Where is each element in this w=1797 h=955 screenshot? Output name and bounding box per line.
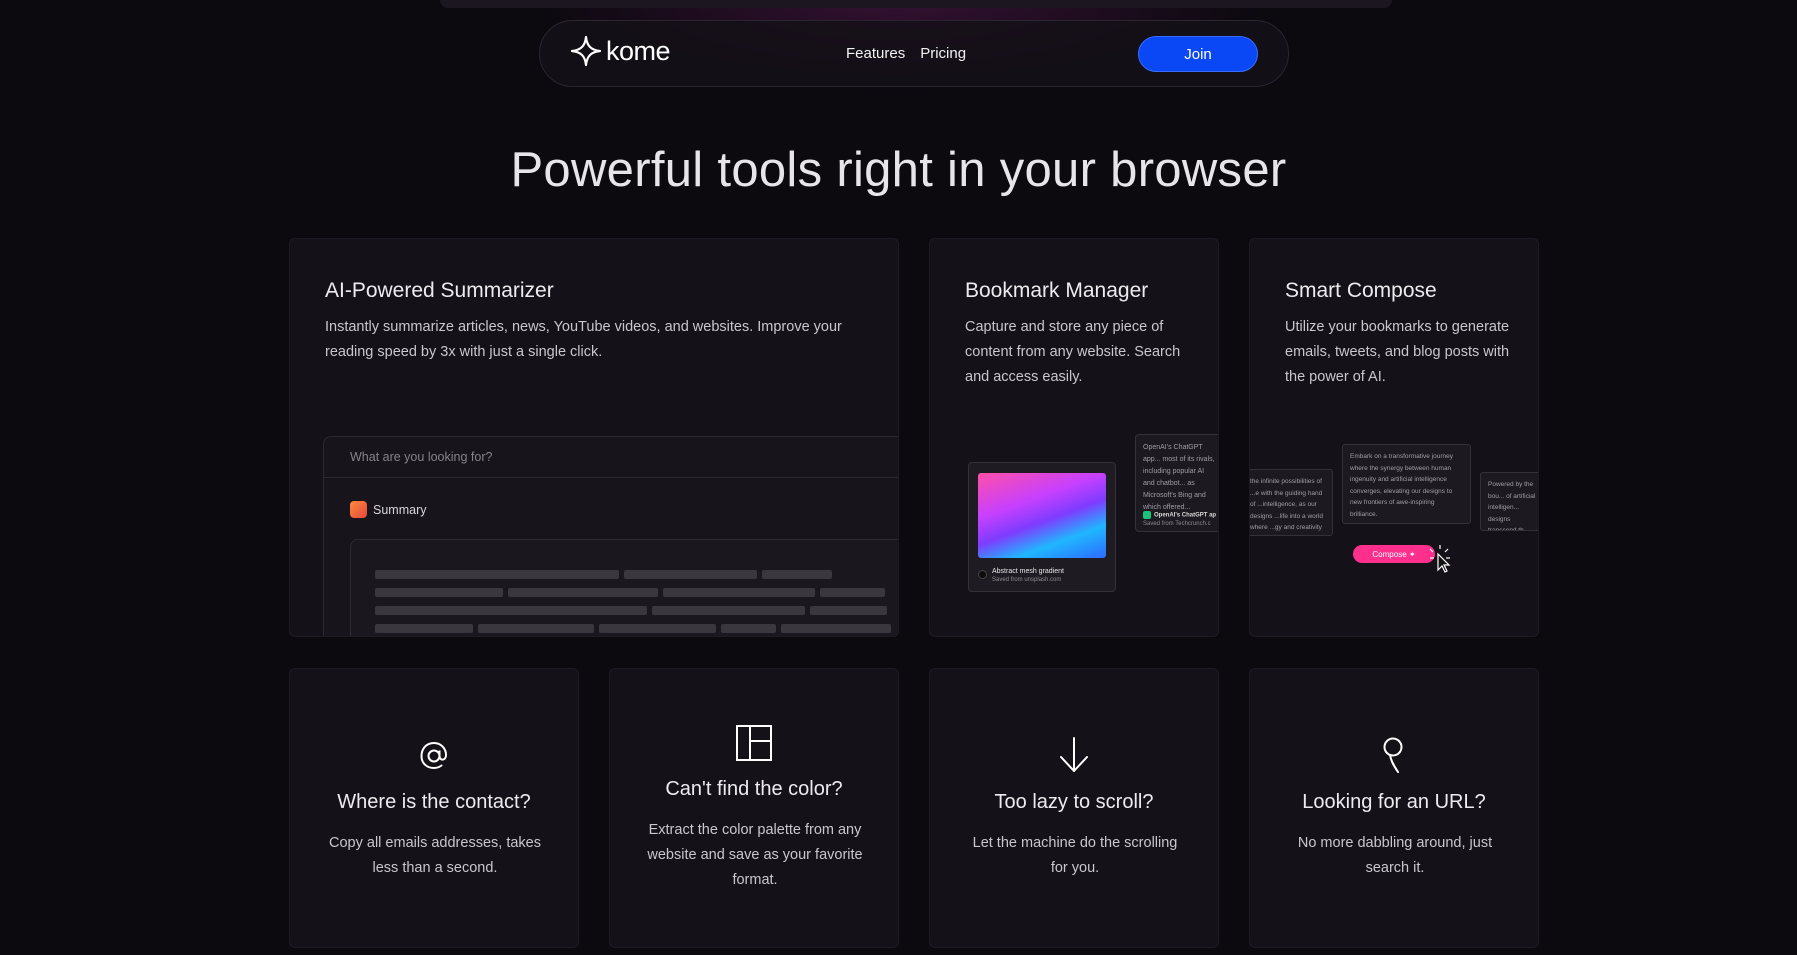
search-pin-icon bbox=[1250, 735, 1538, 775]
tool-title: Too lazy to scroll? bbox=[994, 791, 1154, 813]
bookmark-card: Abstract mesh gradient Saved from unspla… bbox=[968, 462, 1116, 592]
bookmark-title: Abstract mesh gradient bbox=[992, 568, 1064, 575]
palette-grid-icon bbox=[610, 723, 898, 763]
sparkle-logo-icon bbox=[570, 35, 602, 67]
summary-placeholder-box bbox=[350, 539, 898, 636]
tool-description: Copy all emails addresses, takes less th… bbox=[329, 835, 541, 876]
tool-description: Let the machine do the scrolling for you… bbox=[972, 835, 1178, 876]
bookmark-thumbnail bbox=[978, 473, 1106, 558]
tool-card-color: Can't find the color? Extract the color … bbox=[609, 668, 899, 948]
article-title: OpenAI's ChatGPT ap bbox=[1154, 512, 1217, 519]
feature-description: Utilize your bookmarks to generate email… bbox=[1285, 319, 1510, 385]
bookmark-source: Saved from unsplash.com bbox=[992, 577, 1062, 583]
feature-card-summarizer: AI-Powered Summarizer Instantly summariz… bbox=[289, 238, 899, 637]
feature-title: AI-Powered Summarizer bbox=[325, 279, 554, 302]
logo[interactable]: kome bbox=[570, 35, 671, 67]
tool-title: Can't find the color? bbox=[665, 778, 843, 800]
page-title: Powerful tools right in your browser bbox=[510, 143, 1287, 197]
source-icon bbox=[978, 570, 987, 579]
feature-title: Smart Compose bbox=[1285, 279, 1437, 302]
article-source: Saved from Techcrunch.c bbox=[1143, 520, 1211, 527]
summary-label: Summary bbox=[373, 502, 427, 517]
compose-label: Compose bbox=[1372, 549, 1407, 559]
nav-links: Features Pricing bbox=[846, 45, 966, 62]
tool-title: Where is the contact? bbox=[337, 791, 531, 813]
at-sign-icon bbox=[290, 735, 578, 775]
tool-card-contact: Where is the contact? Copy all emails ad… bbox=[289, 668, 579, 948]
tool-description: Extract the color palette from any websi… bbox=[647, 822, 863, 888]
tool-title: Looking for an URL? bbox=[1302, 791, 1486, 813]
compose-draft-center: Embark on a transformative journey where… bbox=[1342, 444, 1471, 524]
navbar: kome Features Pricing Join bbox=[539, 20, 1289, 87]
tool-card-scroll: Too lazy to scroll? Let the machine do t… bbox=[929, 668, 1219, 948]
nav-link-pricing[interactable]: Pricing bbox=[920, 45, 966, 62]
feature-card-bookmarks: Bookmark Manager Capture and store any p… bbox=[929, 238, 1219, 637]
text-skeleton bbox=[375, 570, 891, 636]
compose-button[interactable]: Compose ✦ bbox=[1353, 545, 1435, 563]
article-footer: OpenAI's ChatGPT ap Saved from Techcrunc… bbox=[1143, 511, 1216, 528]
join-button[interactable]: Join bbox=[1138, 36, 1258, 72]
feature-description: Capture and store any piece of content f… bbox=[965, 319, 1181, 385]
chatgpt-icon bbox=[1143, 511, 1151, 519]
logo-text: kome bbox=[606, 35, 671, 66]
summary-icon bbox=[350, 501, 367, 518]
nav-link-features[interactable]: Features bbox=[846, 45, 905, 62]
bookmark-card-article: OpenAI's ChatGPT app... most of its riva… bbox=[1135, 434, 1218, 532]
click-cursor-icon bbox=[1429, 545, 1451, 573]
tool-description: No more dabbling around, just search it. bbox=[1297, 835, 1493, 876]
tool-card-url: Looking for an URL? No more dabbling aro… bbox=[1249, 668, 1539, 948]
article-excerpt: OpenAI's ChatGPT app... most of its riva… bbox=[1143, 444, 1215, 511]
feature-card-compose: Smart Compose Utilize your bookmarks to … bbox=[1249, 238, 1539, 637]
feature-title: Bookmark Manager bbox=[965, 279, 1149, 302]
top-edge bbox=[440, 0, 1392, 8]
compose-draft-right: Powered by the bou... of artificial inte… bbox=[1480, 472, 1538, 531]
preview-search-input: What are you looking for? bbox=[324, 437, 898, 478]
compose-draft-left: the infinite possibilities of ...e with … bbox=[1250, 469, 1333, 536]
summarizer-preview: What are you looking for? Summary bbox=[323, 436, 898, 636]
feature-description: Instantly summarize articles, news, YouT… bbox=[325, 319, 842, 360]
summary-header: Summary bbox=[350, 501, 426, 518]
arrow-down-icon bbox=[930, 735, 1218, 775]
